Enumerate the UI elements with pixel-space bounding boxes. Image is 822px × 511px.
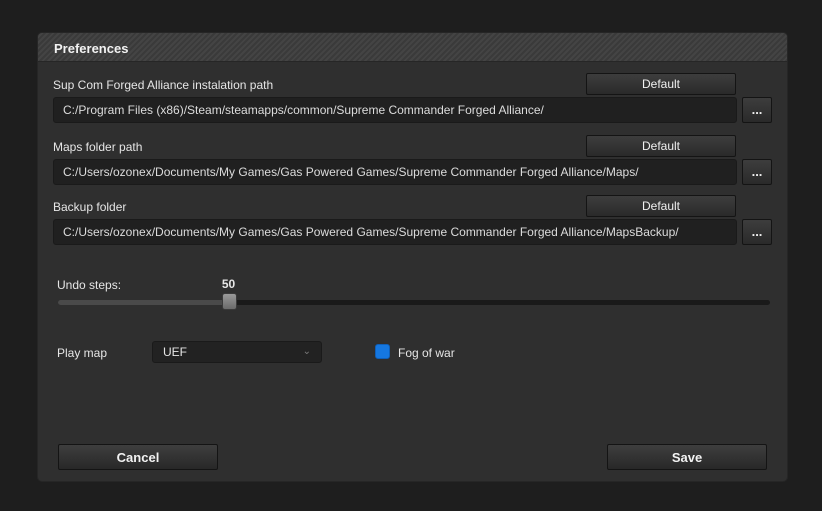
backup-path-input[interactable]: C:/Users/ozonex/Documents/My Games/Gas P… xyxy=(53,219,737,245)
save-button[interactable]: Save xyxy=(607,444,767,470)
chevron-down-icon: ⌄ xyxy=(302,346,311,357)
game-path-browse-button[interactable]: ... xyxy=(742,97,772,123)
title-bar: Preferences xyxy=(38,33,787,62)
cancel-button[interactable]: Cancel xyxy=(58,444,218,470)
game-path-input[interactable]: C:/Program Files (x86)/Steam/steamapps/c… xyxy=(53,97,737,123)
maps-path-browse-button[interactable]: ... xyxy=(742,159,772,185)
maps-path-input[interactable]: C:/Users/ozonex/Documents/My Games/Gas P… xyxy=(53,159,737,185)
backup-path-label: Backup folder xyxy=(53,200,127,214)
maps-path-label: Maps folder path xyxy=(53,140,143,154)
play-map-selected: UEF xyxy=(163,345,187,359)
preferences-dialog: Preferences Sup Com Forged Alliance inst… xyxy=(38,33,787,481)
backup-path-browse-button[interactable]: ... xyxy=(742,219,772,245)
play-map-select[interactable]: UEF ⌄ xyxy=(152,341,322,363)
undo-steps-value: 50 xyxy=(221,277,236,291)
fog-of-war-checkbox[interactable] xyxy=(375,344,390,359)
undo-steps-label: Undo steps: xyxy=(57,278,122,292)
undo-steps-slider[interactable] xyxy=(58,300,770,305)
play-map-label: Play map xyxy=(57,346,108,360)
dialog-title: Preferences xyxy=(54,41,129,56)
backup-path-default-button[interactable]: Default xyxy=(586,195,736,217)
game-path-default-button[interactable]: Default xyxy=(586,73,736,95)
slider-fill xyxy=(58,300,229,305)
game-path-label: Sup Com Forged Alliance instalation path xyxy=(53,78,274,92)
maps-path-default-button[interactable]: Default xyxy=(586,135,736,157)
slider-handle[interactable] xyxy=(221,293,237,310)
fog-of-war-label: Fog of war xyxy=(398,346,455,360)
